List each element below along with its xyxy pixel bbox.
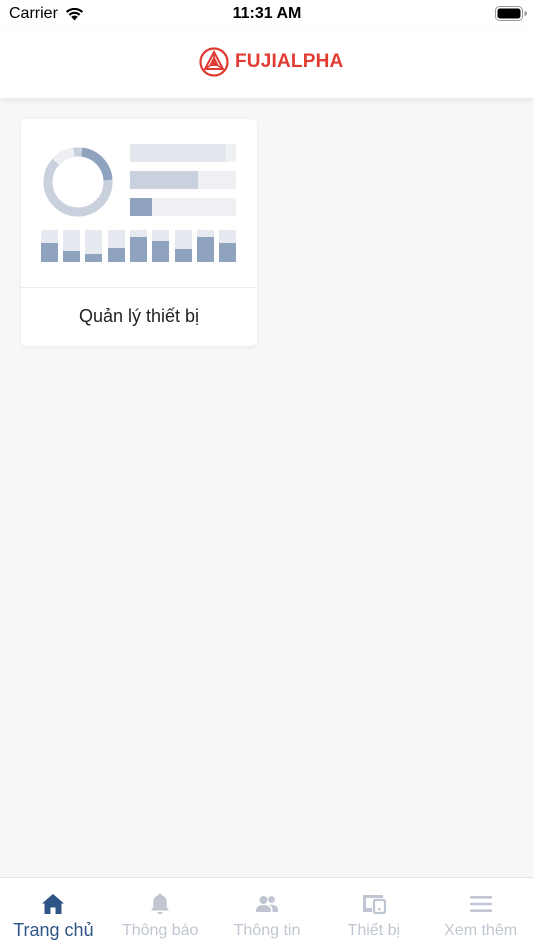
menu-icon [469,896,492,912]
bell-icon [151,893,170,915]
tab-more[interactable]: Xem thêm [427,878,534,950]
status-bar: Carrier 11:31 AM [0,0,534,30]
tab-info-label: Thông tin [233,922,301,939]
tab-home-label: Trang chủ [13,920,94,940]
battery-icon [495,6,527,21]
tab-notifications-label: Thông báo [121,922,199,939]
tab-info[interactable]: Thông tin [214,878,321,950]
bar-graphic [41,230,236,262]
dashboard-illustration-icon [41,144,236,262]
tab-devices-label: Thiết bị [347,922,401,939]
donut-graphic [43,147,113,217]
home-icon [42,894,65,914]
tab-home[interactable]: Trang chủ [0,878,107,950]
tab-more-label: Xem thêm [444,922,518,939]
devices-icon [362,895,386,915]
device-management-card[interactable]: Quản lý thiết bị [21,119,257,346]
tab-bar: Trang chủ Thông báo Thông tin Thiết bị X… [0,877,534,950]
tab-notifications[interactable]: Thông báo [107,878,214,950]
logo-text: FUJIALPHA [235,51,344,72]
app-header: FUJIALPHA [0,30,534,98]
brand-logo: FUJIALPHA [199,47,343,77]
people-icon [255,896,278,912]
card-title: Quản lý thiết bị [78,306,200,326]
fujialpha-logo-icon [199,47,229,77]
clock: 11:31 AM [232,5,302,22]
tab-devices[interactable]: Thiết bị [320,878,427,950]
